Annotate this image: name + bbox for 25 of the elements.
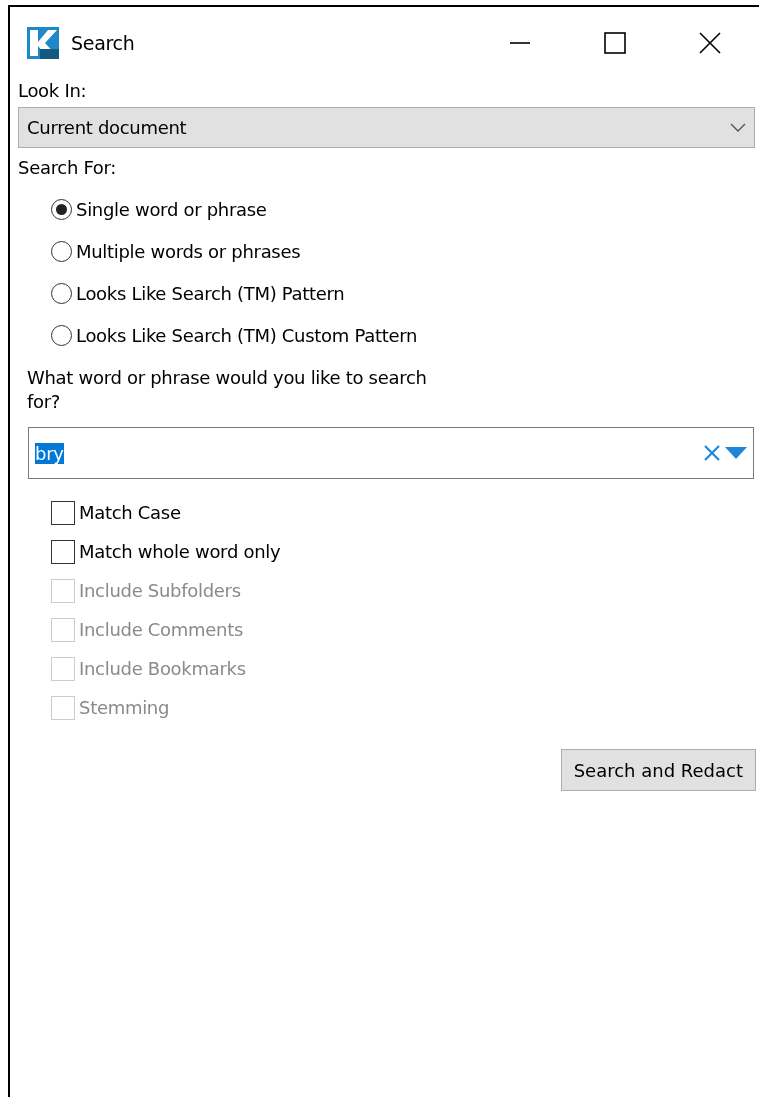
search-field[interactable]: bry	[28, 427, 754, 479]
look-in-dropdown[interactable]: Current document	[18, 107, 755, 148]
app-logo-icon	[27, 27, 59, 59]
checkbox[interactable]	[51, 500, 75, 525]
search-and-redact-button[interactable]: Search and Redact	[560, 749, 756, 791]
checkbox-label[interactable]: Match whole word only	[79, 538, 281, 565]
checkbox[interactable]	[51, 539, 75, 564]
chevron-icon	[730, 122, 746, 133]
radio-label[interactable]: Multiple words or phrases	[76, 237, 301, 265]
checkbox-label: Include Comments	[79, 618, 243, 642]
clear-icon[interactable]	[703, 444, 721, 462]
radio-label[interactable]: Looks Like Search (TM) Pattern	[76, 279, 345, 307]
checkbox-label: Include Bookmarks	[79, 657, 246, 681]
close-icon[interactable]	[698, 32, 721, 54]
radio-label[interactable]: Single word or phrase	[76, 195, 267, 223]
checkbox-label[interactable]: Match Case	[79, 499, 181, 526]
checkbox-label: Stemming	[79, 696, 170, 720]
window-title: Search	[71, 30, 135, 56]
checkbox-label: Include Subfolders	[79, 579, 241, 603]
radio-label[interactable]: Looks Like Search (TM) Custom Pattern	[76, 321, 418, 349]
maximize-icon[interactable]	[603, 32, 626, 54]
question-label: What word or phrase would you like to search for?	[26, 366, 428, 414]
look-in-label: Look In:	[18, 79, 88, 103]
search-for-label: Search For:	[18, 156, 118, 180]
dropdown-arrow-icon[interactable]	[725, 446, 747, 460]
